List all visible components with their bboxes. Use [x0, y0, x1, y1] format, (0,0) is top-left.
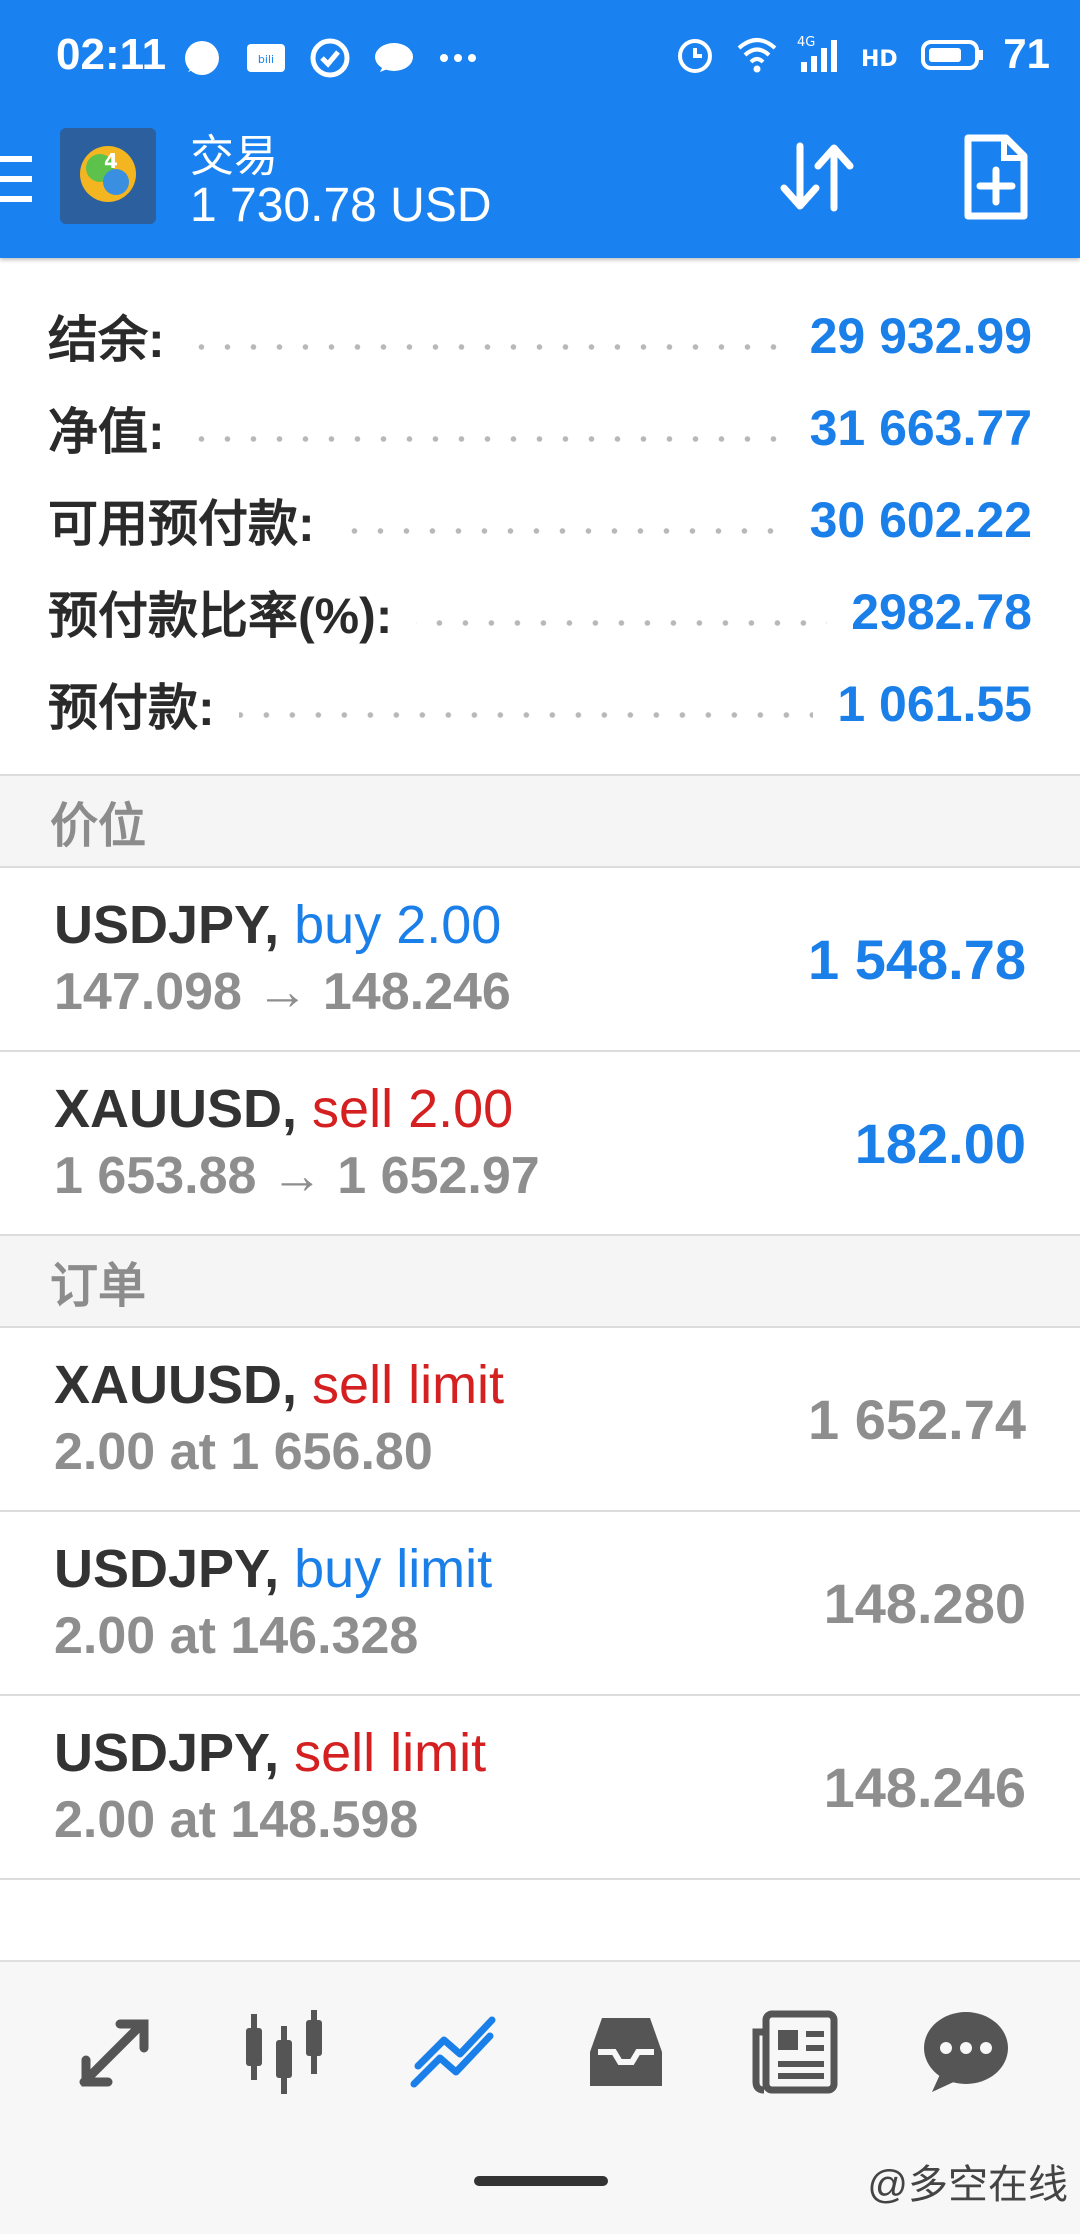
status-bar: 02:11 bili 4G HD 71: [0, 0, 1080, 120]
bilibili-icon: bili: [247, 44, 285, 72]
order-symbol: USDJPY,: [54, 1723, 280, 1783]
position-symbol: XAUUSD,: [54, 1079, 298, 1139]
order-detail: 2.00 at 148.598: [54, 1791, 419, 1849]
summary-row-free-margin: 可用预付款: 30 602.22: [48, 492, 1032, 552]
position-row[interactable]: USDJPY, buy 2.00 147.098 → 148.246 1 548…: [0, 868, 1080, 1050]
new-order-icon[interactable]: [950, 132, 1040, 222]
position-symbol: USDJPY,: [54, 895, 280, 955]
chart-icon[interactable]: [234, 2002, 334, 2102]
position-profit: 182.00: [854, 1111, 1026, 1175]
svg-text:4: 4: [104, 149, 118, 173]
svg-text:bili: bili: [258, 53, 274, 66]
position-profit: 1 548.78: [808, 927, 1026, 991]
order-symbol: XAUUSD,: [54, 1355, 298, 1415]
chat-bubble-icon: [375, 43, 413, 72]
chat-icon[interactable]: [916, 2002, 1016, 2102]
summary-row-equity: 净值: 31 663.77: [48, 400, 1032, 460]
app-logo: 4: [60, 128, 156, 224]
svg-text:4G: 4G: [797, 35, 815, 50]
summary-row-margin-level: 预付款比率(%): 2982.78: [48, 584, 1032, 644]
page-title: 交易: [190, 132, 278, 181]
sort-icon[interactable]: [772, 132, 862, 222]
metatrader-logo-icon: 4: [60, 128, 156, 224]
order-row[interactable]: USDJPY, buy limit 2.00 at 146.328 148.28…: [0, 1512, 1080, 1694]
order-row[interactable]: USDJPY, sell limit 2.00 at 148.598 148.2…: [0, 1696, 1080, 1878]
position-prices: 1 653.88 → 1 652.97: [54, 1147, 540, 1205]
position-prices: 147.098 → 148.246: [54, 963, 511, 1021]
news-icon[interactable]: [746, 2002, 846, 2102]
history-icon[interactable]: [576, 2002, 676, 2102]
battery-level: 71: [1003, 30, 1050, 77]
alarm-icon: [678, 39, 713, 73]
message-icon: [185, 41, 219, 75]
order-action: sell limit: [312, 1355, 505, 1415]
signal-icon: 4G: [797, 35, 838, 72]
order-current-price: 148.280: [823, 1571, 1026, 1635]
battery-icon: [921, 40, 984, 70]
summary-row-balance: 结余: 29 932.99: [48, 308, 1032, 368]
bottom-navigation: @多空在线: [0, 1960, 1080, 2234]
order-detail: 2.00 at 1 656.80: [54, 1423, 433, 1481]
trade-icon[interactable]: [404, 2002, 504, 2102]
order-current-price: 148.246: [823, 1755, 1026, 1819]
wifi-icon: [737, 38, 777, 73]
check-circle-icon: [310, 38, 350, 78]
order-current-price: 1 652.74: [808, 1387, 1026, 1451]
position-row[interactable]: XAUUSD, sell 2.00 1 653.88 → 1 652.97 18…: [0, 1052, 1080, 1234]
home-indicator[interactable]: [474, 2176, 608, 2186]
header: 02:11 bili 4G HD 71 4 交易 1 730.78 USD: [0, 0, 1080, 258]
menu-icon[interactable]: [0, 150, 34, 210]
order-action: buy limit: [294, 1539, 493, 1599]
app-bar: 4 交易 1 730.78 USD: [0, 120, 1080, 258]
quotes-icon[interactable]: [64, 2002, 164, 2102]
order-action: sell limit: [294, 1723, 487, 1783]
watermark: @多空在线: [867, 2163, 1068, 2207]
positions-header: 价位: [0, 776, 1080, 866]
more-icon: [440, 54, 476, 62]
position-action: sell 2.00: [312, 1079, 514, 1139]
position-action: buy 2.00: [294, 895, 502, 955]
account-summary: 结余: 29 932.99 净值: 31 663.77 可用预付款: 30 60…: [0, 290, 1080, 750]
account-balance: 1 730.78 USD: [190, 179, 492, 232]
order-symbol: USDJPY,: [54, 1539, 280, 1599]
order-detail: 2.00 at 146.328: [54, 1607, 419, 1665]
summary-row-margin: 预付款: 1 061.55: [48, 676, 1032, 736]
svg-text:HD: HD: [861, 47, 898, 72]
orders-header: 订单: [0, 1236, 1080, 1326]
order-row[interactable]: XAUUSD, sell limit 2.00 at 1 656.80 1 65…: [0, 1328, 1080, 1510]
status-time: 02:11: [56, 30, 167, 79]
hd-icon: HD: [861, 47, 898, 72]
